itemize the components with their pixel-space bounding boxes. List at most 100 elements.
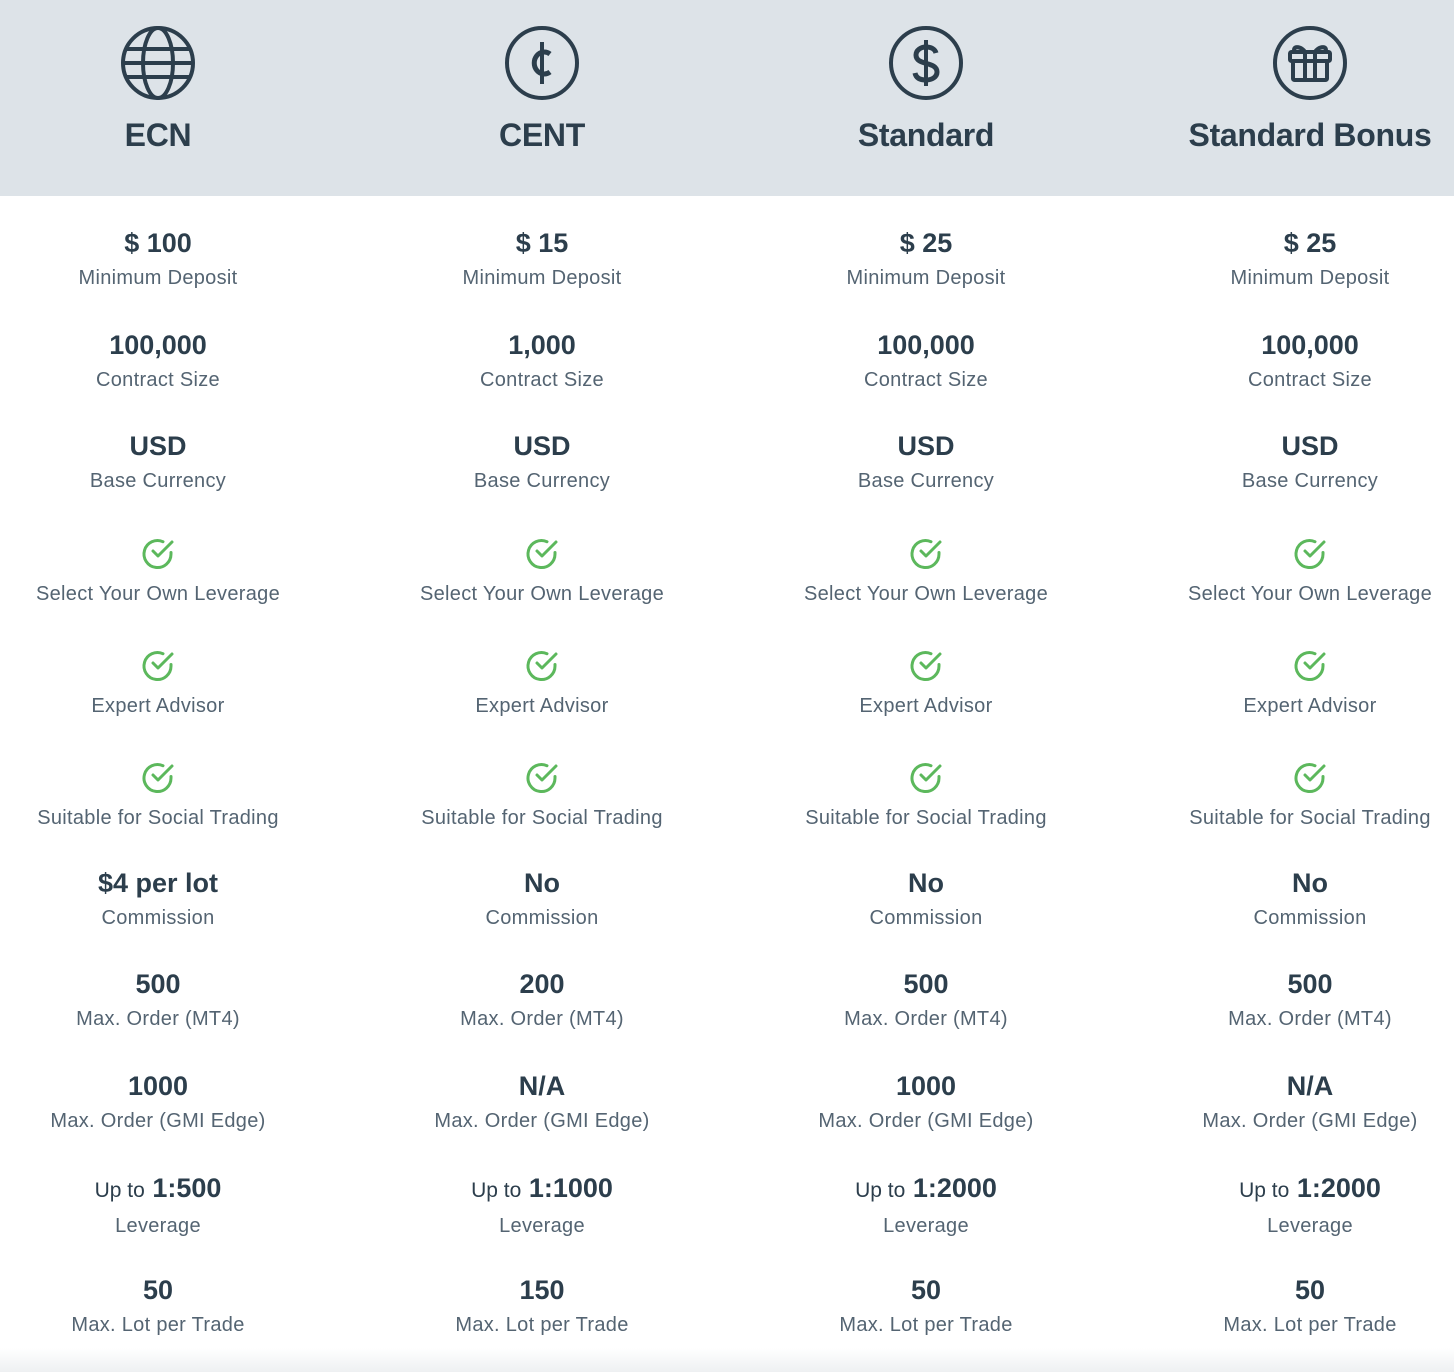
- leverage-prefix: Up to: [855, 1179, 906, 1202]
- leverage-value: Up to 1:500: [0, 1172, 350, 1207]
- check-circle-icon: [525, 537, 559, 571]
- commission: No Commission: [1118, 867, 1454, 931]
- check-circle-icon: [1293, 649, 1327, 683]
- plan-title: Standard Bonus: [1188, 117, 1432, 153]
- globe-icon: [120, 25, 196, 101]
- commission-value: $4 per lot: [97, 868, 219, 898]
- max-order-mt4-label: Max. Order (MT4): [76, 1008, 240, 1030]
- contract-size-label: Contract Size: [480, 369, 604, 391]
- plan-column-cent: CENT $ 15 Minimum Deposit 1,000 Contract…: [350, 0, 734, 1372]
- expert-advisor-label: Expert Advisor: [475, 695, 609, 717]
- base-currency-label: Base Currency: [89, 470, 227, 492]
- social-trading-label: Suitable for Social Trading: [1189, 807, 1431, 829]
- commission-value: No: [1292, 868, 1328, 898]
- gift-icon: [1272, 25, 1348, 101]
- max-order-gmi-label: Max. Order (GMI Edge): [1202, 1110, 1418, 1132]
- max-order-gmi-value: 1000: [895, 1071, 957, 1101]
- plan-title: ECN: [124, 117, 192, 153]
- min-deposit-label: Minimum Deposit: [462, 267, 622, 289]
- leverage-select-label: Select Your Own Leverage: [1187, 583, 1433, 605]
- check-circle-icon: [141, 649, 175, 683]
- leverage-ratio: 1:2000: [912, 1173, 997, 1203]
- max-order-mt4: 500 Max. Order (MT4): [1118, 968, 1454, 1032]
- social-trading-feature: Suitable for Social Trading: [1118, 761, 1454, 831]
- contract-size-value: 100,000: [1261, 330, 1359, 360]
- commission-label: Commission: [485, 907, 599, 929]
- cent-icon: [504, 25, 580, 101]
- max-order-gmi: 1000 Max. Order (GMI Edge): [734, 1070, 1118, 1134]
- base-currency: USD Base Currency: [350, 430, 734, 494]
- expert-advisor-feature: Expert Advisor: [350, 649, 734, 719]
- plan-column-standard-bonus: Standard Bonus $ 25 Minimum Deposit 100,…: [1118, 0, 1454, 1372]
- commission-value: No: [908, 868, 944, 898]
- max-order-mt4-label: Max. Order (MT4): [1228, 1008, 1392, 1030]
- min-deposit-value: $ 100: [124, 228, 192, 258]
- leverage-ratio: 1:500: [152, 1173, 222, 1203]
- social-trading-label: Suitable for Social Trading: [421, 807, 663, 829]
- expert-advisor-feature: Expert Advisor: [734, 649, 1118, 719]
- max-lot: 50 Max. Lot per Trade: [1118, 1274, 1454, 1338]
- min-deposit-value: $ 25: [1283, 228, 1337, 258]
- leverage-prefix: Up to: [471, 1179, 522, 1202]
- min-deposit: $ 25 Minimum Deposit: [734, 227, 1118, 291]
- min-deposit-label: Minimum Deposit: [78, 267, 238, 289]
- check-circle-icon: [1293, 537, 1327, 571]
- commission-label: Commission: [869, 907, 983, 929]
- max-lot: 50 Max. Lot per Trade: [734, 1274, 1118, 1338]
- commission: $4 per lot Commission: [0, 867, 350, 931]
- plan-column-standard: Standard $ 25 Minimum Deposit 100,000 Co…: [734, 0, 1118, 1372]
- leverage-prefix: Up to: [94, 1179, 145, 1202]
- leverage-select-label: Select Your Own Leverage: [803, 583, 1049, 605]
- commission-label: Commission: [101, 907, 215, 929]
- leverage-label: Leverage: [883, 1215, 969, 1237]
- max-order-mt4-value: 200: [519, 969, 565, 999]
- leverage-label: Leverage: [499, 1215, 585, 1237]
- check-circle-icon: [525, 761, 559, 795]
- check-circle-icon: [525, 649, 559, 683]
- max-order-gmi-label: Max. Order (GMI Edge): [818, 1110, 1034, 1132]
- check-circle-icon: [909, 537, 943, 571]
- min-deposit-value: $ 25: [899, 228, 953, 258]
- min-deposit: $ 100 Minimum Deposit: [0, 227, 350, 291]
- max-order-gmi-value: 1000: [127, 1071, 189, 1101]
- max-order-mt4-value: 500: [903, 969, 949, 999]
- max-order-gmi-label: Max. Order (GMI Edge): [50, 1110, 266, 1132]
- plan-column-ecn: ECN $ 100 Minimum Deposit 100,000 Contra…: [0, 0, 350, 1372]
- leverage-prefix: Up to: [1239, 1179, 1290, 1202]
- base-currency-label: Base Currency: [857, 470, 995, 492]
- base-currency-label: Base Currency: [1241, 470, 1379, 492]
- leverage-value: Up to 1:1000: [350, 1172, 734, 1207]
- contract-size: 1,000 Contract Size: [350, 329, 734, 393]
- contract-size: 100,000 Contract Size: [1118, 329, 1454, 393]
- max-order-gmi: N/A Max. Order (GMI Edge): [350, 1070, 734, 1134]
- max-lot: 50 Max. Lot per Trade: [0, 1274, 350, 1338]
- leverage-select-label: Select Your Own Leverage: [419, 583, 665, 605]
- leverage-select-feature: Select Your Own Leverage: [734, 537, 1118, 607]
- leverage-value: Up to 1:2000: [1118, 1172, 1454, 1207]
- min-deposit-label: Minimum Deposit: [846, 267, 1006, 289]
- max-order-mt4: 500 Max. Order (MT4): [0, 968, 350, 1032]
- leverage-select-feature: Select Your Own Leverage: [1118, 537, 1454, 607]
- expert-advisor-label: Expert Advisor: [91, 695, 225, 717]
- expert-advisor-feature: Expert Advisor: [0, 649, 350, 719]
- max-lot-value: 50: [142, 1275, 174, 1305]
- social-trading-label: Suitable for Social Trading: [37, 807, 279, 829]
- base-currency: USD Base Currency: [734, 430, 1118, 494]
- min-deposit: $ 25 Minimum Deposit: [1118, 227, 1454, 291]
- max-order-gmi: 1000 Max. Order (GMI Edge): [0, 1070, 350, 1134]
- social-trading-feature: Suitable for Social Trading: [350, 761, 734, 831]
- max-order-gmi: N/A Max. Order (GMI Edge): [1118, 1070, 1454, 1134]
- max-lot-value: 50: [910, 1275, 942, 1305]
- contract-size: 100,000 Contract Size: [734, 329, 1118, 393]
- dollar-icon: [888, 25, 964, 101]
- max-order-mt4: 200 Max. Order (MT4): [350, 968, 734, 1032]
- contract-size: 100,000 Contract Size: [0, 329, 350, 393]
- leverage: Up to 1:2000 Leverage: [734, 1172, 1118, 1239]
- max-lot-label: Max. Lot per Trade: [71, 1314, 245, 1336]
- max-lot-value: 50: [1294, 1275, 1326, 1305]
- plan-title: CENT: [499, 117, 585, 153]
- social-trading-label: Suitable for Social Trading: [805, 807, 1047, 829]
- expert-advisor-label: Expert Advisor: [1243, 695, 1377, 717]
- contract-size-value: 100,000: [109, 330, 207, 360]
- leverage: Up to 1:2000 Leverage: [1118, 1172, 1454, 1239]
